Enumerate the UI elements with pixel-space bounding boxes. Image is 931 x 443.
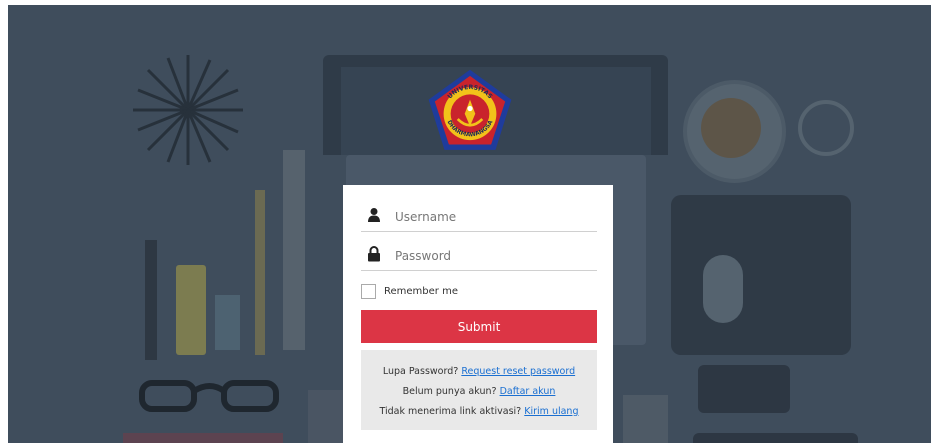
- resend-activation-text: Tidak menerima link aktivasi?: [379, 406, 522, 417]
- reset-password-text: Lupa Password?: [382, 366, 459, 377]
- cup-decoration: [798, 100, 854, 156]
- lock-icon: [368, 246, 380, 262]
- book-decoration: [123, 433, 283, 443]
- notebook-decoration: [623, 395, 668, 443]
- password-field-container: [361, 240, 597, 271]
- glasses-decoration: [139, 380, 279, 412]
- mousepad-decoration: [671, 195, 851, 355]
- help-links-panel: Lupa Password? Request reset password Be…: [361, 350, 597, 430]
- request-reset-password-link[interactable]: Request reset password: [461, 366, 575, 377]
- marker-decoration: [176, 265, 206, 355]
- remember-me-label[interactable]: Remember me: [384, 286, 458, 297]
- submit-button[interactable]: Submit: [361, 310, 597, 343]
- register-account-link[interactable]: Daftar akun: [500, 386, 556, 397]
- plant-decoration: [133, 55, 243, 165]
- register-text: Belum punya akun?: [402, 386, 497, 397]
- university-logo: UNIVERSITAS DHARMAWANGSA: [428, 69, 512, 150]
- eraser-decoration: [215, 295, 240, 350]
- mouse-decoration: [703, 255, 743, 323]
- resend-activation-row: Tidak menerima link aktivasi? Kirim ulan…: [361, 402, 597, 422]
- resend-activation-link[interactable]: Kirim ulang: [524, 406, 578, 417]
- user-icon: [368, 208, 380, 222]
- login-card: Remember me Submit Lupa Password? Reques…: [343, 185, 613, 443]
- coffee-decoration: [701, 98, 761, 158]
- phone-decoration: [698, 365, 790, 413]
- reset-password-row: Lupa Password? Request reset password: [361, 362, 597, 382]
- book-decoration: [308, 390, 348, 443]
- device-decoration: [693, 433, 858, 443]
- remember-me-row: Remember me: [361, 283, 458, 299]
- remember-me-checkbox[interactable]: [361, 283, 376, 299]
- password-input[interactable]: [393, 244, 597, 268]
- pencil-decoration: [255, 190, 265, 355]
- ruler-decoration: [283, 150, 305, 350]
- username-input[interactable]: [393, 205, 597, 229]
- register-row: Belum punya akun? Daftar akun: [361, 382, 597, 402]
- username-field-container: [361, 201, 597, 232]
- pencil-decoration: [145, 240, 157, 360]
